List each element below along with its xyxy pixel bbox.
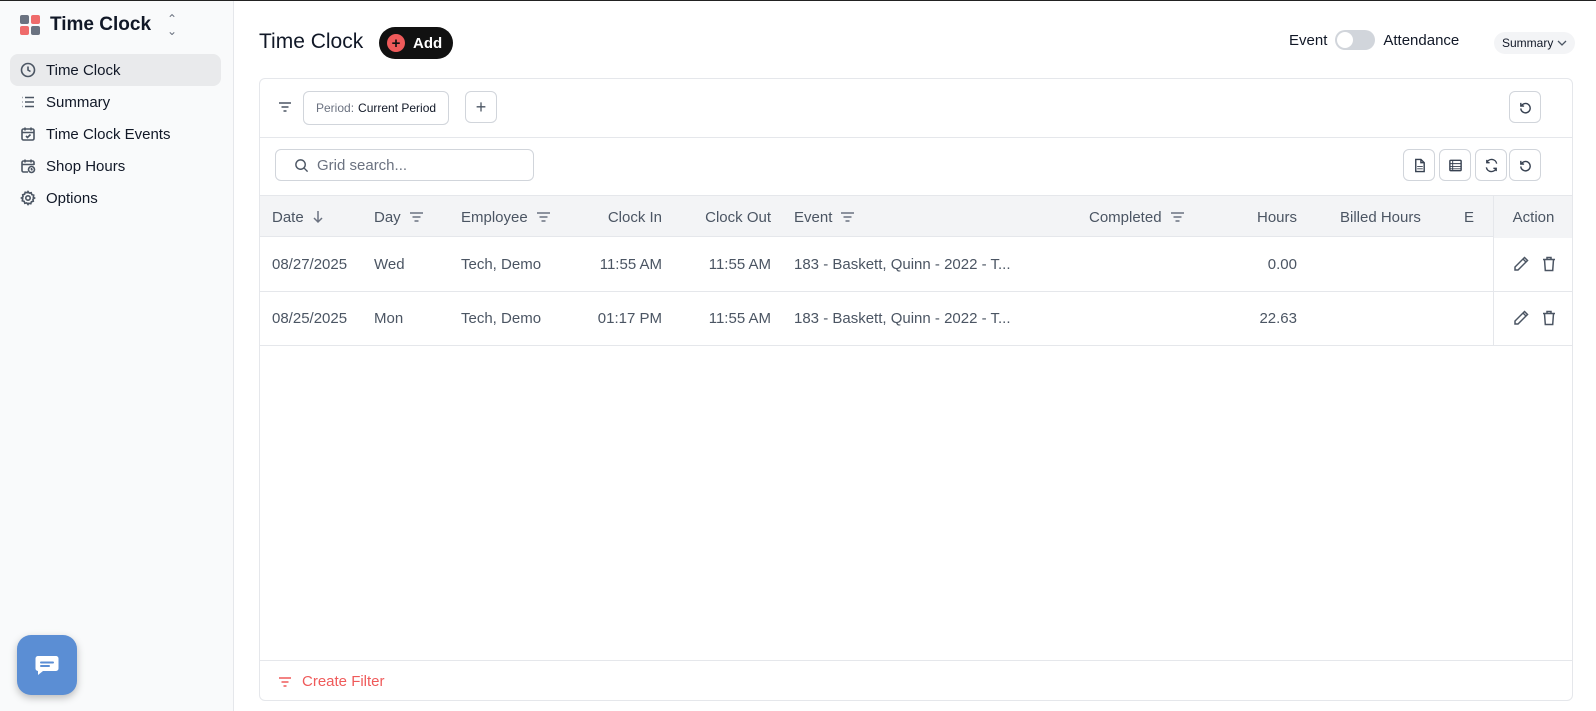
column-header-billed-hours[interactable]: Billed Hours — [1340, 196, 1421, 238]
cell-date: 08/25/2025 — [272, 309, 348, 327]
reset-filters-button[interactable] — [1509, 91, 1541, 123]
plus-icon: + — [475, 96, 487, 117]
refresh-button[interactable] — [1475, 149, 1507, 181]
plus-circle-icon: + — [387, 34, 405, 52]
cell-day: Mon — [374, 309, 404, 327]
sidebar-item-options[interactable]: Options — [10, 182, 221, 214]
event-attendance-toggle[interactable] — [1335, 30, 1376, 50]
search-bar — [260, 138, 1572, 195]
list-icon — [20, 94, 36, 110]
grid-card: Period: Current Period + Date — [259, 78, 1573, 701]
cell-hours: 0.00 — [1267, 255, 1297, 273]
sidebar-item-label: Options — [46, 189, 98, 207]
filter-icon — [841, 212, 855, 222]
cell-day: Wed — [374, 255, 405, 273]
column-header-clock-in[interactable]: Clock In — [590, 196, 662, 238]
filter-icon — [1170, 212, 1184, 222]
refresh-icon — [1485, 158, 1497, 172]
cell-clock-out: 11:55 AM — [708, 255, 771, 273]
filter-icon — [279, 676, 291, 687]
cell-hours: 22.63 — [1259, 309, 1297, 327]
cell-date: 08/27/2025 — [272, 255, 348, 273]
sidebar-item-time-clock[interactable]: Time Clock — [10, 54, 221, 86]
chat-button[interactable] — [17, 635, 77, 695]
column-header-employee[interactable]: Employee — [461, 196, 551, 238]
table-row[interactable]: 08/27/2025 Wed Tech, Demo 11:55 AM 11:55… — [260, 237, 1572, 292]
grid-search[interactable] — [275, 149, 534, 181]
table-columns-icon — [1448, 159, 1462, 171]
column-header-clock-out[interactable]: Clock Out — [690, 196, 771, 238]
column-header-completed[interactable]: Completed — [1089, 196, 1185, 238]
trash-icon[interactable] — [1540, 255, 1558, 278]
export-xlsx-button[interactable] — [1403, 149, 1435, 181]
app-grid-icon — [20, 15, 40, 35]
reset-grid-button[interactable] — [1509, 149, 1541, 181]
calendar-check-icon — [20, 126, 36, 142]
sidebar: Time Clock ⌃ ⌄ Time Clock Summary Time Cl… — [0, 1, 234, 711]
file-xlsx-icon — [1414, 158, 1425, 172]
filter-icon — [409, 212, 423, 222]
column-header-event[interactable]: Event — [794, 196, 855, 238]
grid-footer: Create Filter — [260, 660, 1572, 700]
sidebar-item-label: Shop Hours — [46, 157, 126, 175]
app-switcher[interactable]: Time Clock ⌃ ⌄ — [20, 13, 177, 37]
column-header-date[interactable]: Date — [272, 196, 324, 238]
columns-button[interactable] — [1439, 149, 1471, 181]
column-header-truncated[interactable]: E — [1464, 196, 1476, 238]
view-select-value: Summary — [1502, 36, 1554, 50]
cell-event: 183 - Baskett, Quinn - 2022 - T... — [794, 255, 1011, 273]
table-header: Date Day Employee Clock In Clock Out Eve… — [260, 195, 1572, 238]
cell-event: 183 - Baskett, Quinn - 2022 - T... — [794, 309, 1011, 327]
sidebar-item-label: Summary — [46, 93, 111, 111]
grid-search-input[interactable] — [317, 156, 517, 174]
sidebar-item-summary[interactable]: Summary — [10, 86, 221, 118]
cell-clock-in: 11:55 AM — [599, 255, 662, 273]
chat-icon — [35, 656, 59, 675]
edit-pencil-icon[interactable] — [1512, 255, 1530, 278]
sidebar-nav: Time Clock Summary Time Clock Events Sho… — [10, 54, 221, 214]
period-filter-chip[interactable]: Period: Current Period — [303, 91, 450, 125]
chevron-down-icon — [1557, 40, 1567, 46]
calendar-clock-icon — [20, 158, 36, 174]
column-header-action: Action — [1494, 196, 1572, 238]
cell-employee: Tech, Demo — [461, 255, 542, 273]
edit-pencil-icon[interactable] — [1512, 309, 1530, 332]
column-header-day[interactable]: Day — [374, 196, 424, 238]
sidebar-item-label: Time Clock — [46, 61, 121, 79]
trash-icon[interactable] — [1540, 309, 1558, 332]
cell-clock-in: 01:17 PM — [597, 309, 662, 327]
event-attendance-toggle-group: Event Attendance — [1289, 30, 1459, 50]
clock-icon — [20, 62, 36, 78]
top-border — [0, 0, 1596, 1]
toggle-label-attendance: Attendance — [1383, 31, 1460, 49]
filter-icon[interactable] — [278, 100, 292, 118]
period-filter-value: Current Period — [358, 101, 437, 115]
sidebar-item-time-clock-events[interactable]: Time Clock Events — [10, 118, 221, 150]
column-header-hours[interactable]: Hours — [1240, 196, 1297, 238]
add-button-label: Add — [413, 34, 443, 52]
sidebar-item-shop-hours[interactable]: Shop Hours — [10, 150, 221, 182]
chevron-up-down-icon: ⌃ ⌄ — [167, 12, 178, 38]
sort-down-icon — [313, 211, 323, 224]
create-filter-link[interactable]: Create Filter — [302, 673, 385, 690]
cell-clock-out: 11:55 AM — [708, 309, 771, 327]
undo-icon — [1519, 160, 1531, 172]
cell-employee: Tech, Demo — [461, 309, 542, 327]
app-title: Time Clock — [50, 14, 152, 35]
filter-bar: Period: Current Period + — [260, 79, 1572, 138]
filter-icon — [536, 212, 550, 222]
page-title: Time Clock — [259, 30, 364, 53]
period-filter-key: Period: — [316, 101, 355, 115]
add-filter-button[interactable]: + — [465, 91, 497, 123]
gear-icon — [20, 190, 36, 206]
table-row[interactable]: 08/25/2025 Mon Tech, Demo 01:17 PM 11:55… — [260, 291, 1572, 346]
search-icon — [295, 158, 309, 172]
sidebar-item-label: Time Clock Events — [46, 125, 171, 143]
view-select[interactable]: Summary — [1494, 32, 1576, 54]
add-button[interactable]: + Add — [379, 27, 453, 59]
toggle-label-event: Event — [1289, 31, 1328, 49]
undo-icon — [1519, 102, 1531, 114]
